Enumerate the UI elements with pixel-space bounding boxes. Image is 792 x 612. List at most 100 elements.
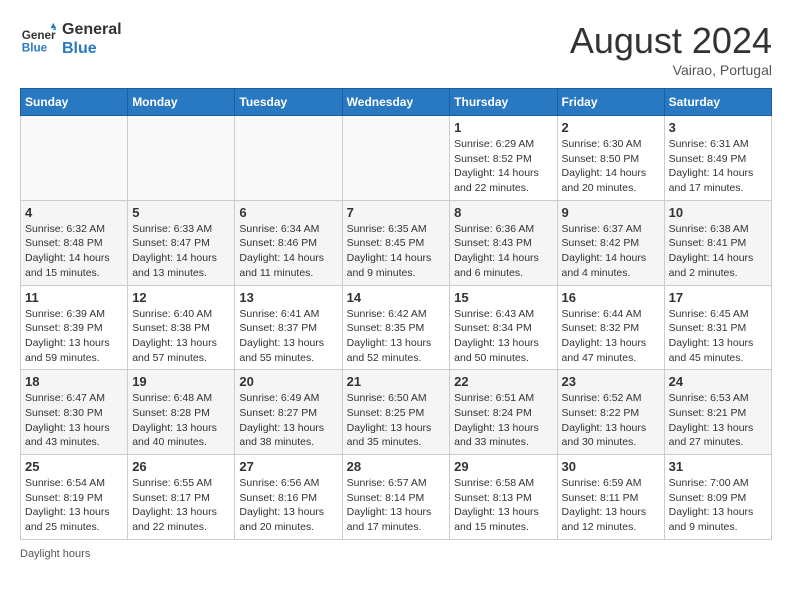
calendar-cell: 5 Sunrise: 6:33 AM Sunset: 8:47 PM Daylig… [128,200,235,285]
day-info: Sunrise: 6:32 AM Sunset: 8:48 PM Dayligh… [25,222,123,281]
day-number: 23 [562,374,660,389]
weekday-header-saturday: Saturday [664,89,771,116]
calendar-cell: 12 Sunrise: 6:40 AM Sunset: 8:38 PM Dayli… [128,285,235,370]
svg-text:Blue: Blue [22,42,48,55]
calendar-cell [342,116,450,201]
day-info: Sunrise: 6:53 AM Sunset: 8:21 PM Dayligh… [669,391,767,450]
location: Vairao, Portugal [570,62,772,78]
day-info: Sunrise: 6:40 AM Sunset: 8:38 PM Dayligh… [132,307,230,366]
calendar-cell: 15 Sunrise: 6:43 AM Sunset: 8:34 PM Dayli… [450,285,557,370]
day-info: Sunrise: 6:57 AM Sunset: 8:14 PM Dayligh… [347,476,446,535]
day-number: 11 [25,290,123,305]
calendar-table: SundayMondayTuesdayWednesdayThursdayFrid… [20,88,772,540]
calendar-cell: 21 Sunrise: 6:50 AM Sunset: 8:25 PM Dayli… [342,370,450,455]
day-info: Sunrise: 6:50 AM Sunset: 8:25 PM Dayligh… [347,391,446,450]
svg-text:General: General [22,29,56,42]
calendar-cell: 16Sunrise: 6:44 AM Sunset: 8:32 PM Dayli… [557,285,664,370]
calendar-cell: 1 Sunrise: 6:29 AM Sunset: 8:52 PM Daylig… [450,116,557,201]
day-number: 28 [347,459,446,474]
day-info: Sunrise: 6:31 AM Sunset: 8:49 PM Dayligh… [669,137,767,196]
calendar-cell: 30Sunrise: 6:59 AM Sunset: 8:11 PM Dayli… [557,455,664,540]
day-number: 26 [132,459,230,474]
calendar-cell: 29Sunrise: 6:58 AM Sunset: 8:13 PM Dayli… [450,455,557,540]
calendar-week-5: 25Sunrise: 6:54 AM Sunset: 8:19 PM Dayli… [21,455,772,540]
calendar-cell: 20 Sunrise: 6:49 AM Sunset: 8:27 PM Dayli… [235,370,342,455]
page-header: General Blue General Blue August 2024 Va… [20,20,772,78]
day-info: Sunrise: 6:42 AM Sunset: 8:35 PM Dayligh… [347,307,446,366]
calendar-cell: 3 Sunrise: 6:31 AM Sunset: 8:49 PM Daylig… [664,116,771,201]
day-number: 1 [454,120,552,135]
day-info: Sunrise: 6:39 AM Sunset: 8:39 PM Dayligh… [25,307,123,366]
weekday-header-row: SundayMondayTuesdayWednesdayThursdayFrid… [21,89,772,116]
day-number: 5 [132,205,230,220]
calendar-week-3: 11 Sunrise: 6:39 AM Sunset: 8:39 PM Dayli… [21,285,772,370]
calendar-cell: 27Sunrise: 6:56 AM Sunset: 8:16 PM Dayli… [235,455,342,540]
calendar-cell: 6 Sunrise: 6:34 AM Sunset: 8:46 PM Daylig… [235,200,342,285]
day-number: 2 [562,120,660,135]
day-info: Sunrise: 6:35 AM Sunset: 8:45 PM Dayligh… [347,222,446,281]
calendar-cell: 11 Sunrise: 6:39 AM Sunset: 8:39 PM Dayli… [21,285,128,370]
footer-note: Daylight hours [20,548,772,560]
calendar-cell: 2 Sunrise: 6:30 AM Sunset: 8:50 PM Daylig… [557,116,664,201]
calendar-cell: 13Sunrise: 6:41 AM Sunset: 8:37 PM Dayli… [235,285,342,370]
day-number: 20 [239,374,337,389]
day-number: 15 [454,290,552,305]
calendar-cell [235,116,342,201]
day-info: Sunrise: 6:30 AM Sunset: 8:50 PM Dayligh… [562,137,660,196]
calendar-cell: 24Sunrise: 6:53 AM Sunset: 8:21 PM Dayli… [664,370,771,455]
day-info: Sunrise: 6:29 AM Sunset: 8:52 PM Dayligh… [454,137,552,196]
day-number: 7 [347,205,446,220]
calendar-cell: 19 Sunrise: 6:48 AM Sunset: 8:28 PM Dayli… [128,370,235,455]
day-info: Sunrise: 6:48 AM Sunset: 8:28 PM Dayligh… [132,391,230,450]
calendar-body: 1 Sunrise: 6:29 AM Sunset: 8:52 PM Daylig… [21,116,772,540]
day-info: Sunrise: 6:44 AM Sunset: 8:32 PM Dayligh… [562,307,660,366]
calendar-cell: 25Sunrise: 6:54 AM Sunset: 8:19 PM Dayli… [21,455,128,540]
day-number: 6 [239,205,337,220]
logo-line1: General [62,20,122,39]
day-info: Sunrise: 6:49 AM Sunset: 8:27 PM Dayligh… [239,391,337,450]
day-number: 8 [454,205,552,220]
calendar-week-4: 18Sunrise: 6:47 AM Sunset: 8:30 PM Dayli… [21,370,772,455]
calendar-cell: 18Sunrise: 6:47 AM Sunset: 8:30 PM Dayli… [21,370,128,455]
calendar-cell: 26 Sunrise: 6:55 AM Sunset: 8:17 PM Dayli… [128,455,235,540]
day-number: 27 [239,459,337,474]
calendar-cell: 14Sunrise: 6:42 AM Sunset: 8:35 PM Dayli… [342,285,450,370]
day-info: Sunrise: 6:41 AM Sunset: 8:37 PM Dayligh… [239,307,337,366]
title-block: August 2024 Vairao, Portugal [570,20,772,78]
calendar-cell: 8Sunrise: 6:36 AM Sunset: 8:43 PM Daylig… [450,200,557,285]
calendar-cell [128,116,235,201]
calendar-cell: 23Sunrise: 6:52 AM Sunset: 8:22 PM Dayli… [557,370,664,455]
day-number: 10 [669,205,767,220]
day-number: 19 [132,374,230,389]
day-info: Sunrise: 6:34 AM Sunset: 8:46 PM Dayligh… [239,222,337,281]
weekday-header-monday: Monday [128,89,235,116]
day-info: Sunrise: 6:55 AM Sunset: 8:17 PM Dayligh… [132,476,230,535]
day-info: Sunrise: 6:43 AM Sunset: 8:34 PM Dayligh… [454,307,552,366]
weekday-header-friday: Friday [557,89,664,116]
calendar-cell: 10Sunrise: 6:38 AM Sunset: 8:41 PM Dayli… [664,200,771,285]
day-info: Sunrise: 6:47 AM Sunset: 8:30 PM Dayligh… [25,391,123,450]
calendar-week-2: 4 Sunrise: 6:32 AM Sunset: 8:48 PM Daylig… [21,200,772,285]
day-number: 25 [25,459,123,474]
day-number: 22 [454,374,552,389]
day-info: Sunrise: 6:37 AM Sunset: 8:42 PM Dayligh… [562,222,660,281]
weekday-header-thursday: Thursday [450,89,557,116]
logo: General Blue General Blue [20,20,122,58]
calendar-cell: 4 Sunrise: 6:32 AM Sunset: 8:48 PM Daylig… [21,200,128,285]
day-number: 4 [25,205,123,220]
calendar-cell: 7 Sunrise: 6:35 AM Sunset: 8:45 PM Daylig… [342,200,450,285]
calendar-cell: 17Sunrise: 6:45 AM Sunset: 8:31 PM Dayli… [664,285,771,370]
day-info: Sunrise: 6:59 AM Sunset: 8:11 PM Dayligh… [562,476,660,535]
day-number: 17 [669,290,767,305]
calendar-cell: 28 Sunrise: 6:57 AM Sunset: 8:14 PM Dayli… [342,455,450,540]
calendar-cell: 9Sunrise: 6:37 AM Sunset: 8:42 PM Daylig… [557,200,664,285]
weekday-header-tuesday: Tuesday [235,89,342,116]
day-number: 21 [347,374,446,389]
day-info: Sunrise: 6:33 AM Sunset: 8:47 PM Dayligh… [132,222,230,281]
calendar-cell: 31Sunrise: 7:00 AM Sunset: 8:09 PM Dayli… [664,455,771,540]
day-number: 12 [132,290,230,305]
calendar-week-1: 1 Sunrise: 6:29 AM Sunset: 8:52 PM Daylig… [21,116,772,201]
day-number: 3 [669,120,767,135]
month-year: August 2024 [570,20,772,62]
logo-icon: General Blue [20,21,56,57]
